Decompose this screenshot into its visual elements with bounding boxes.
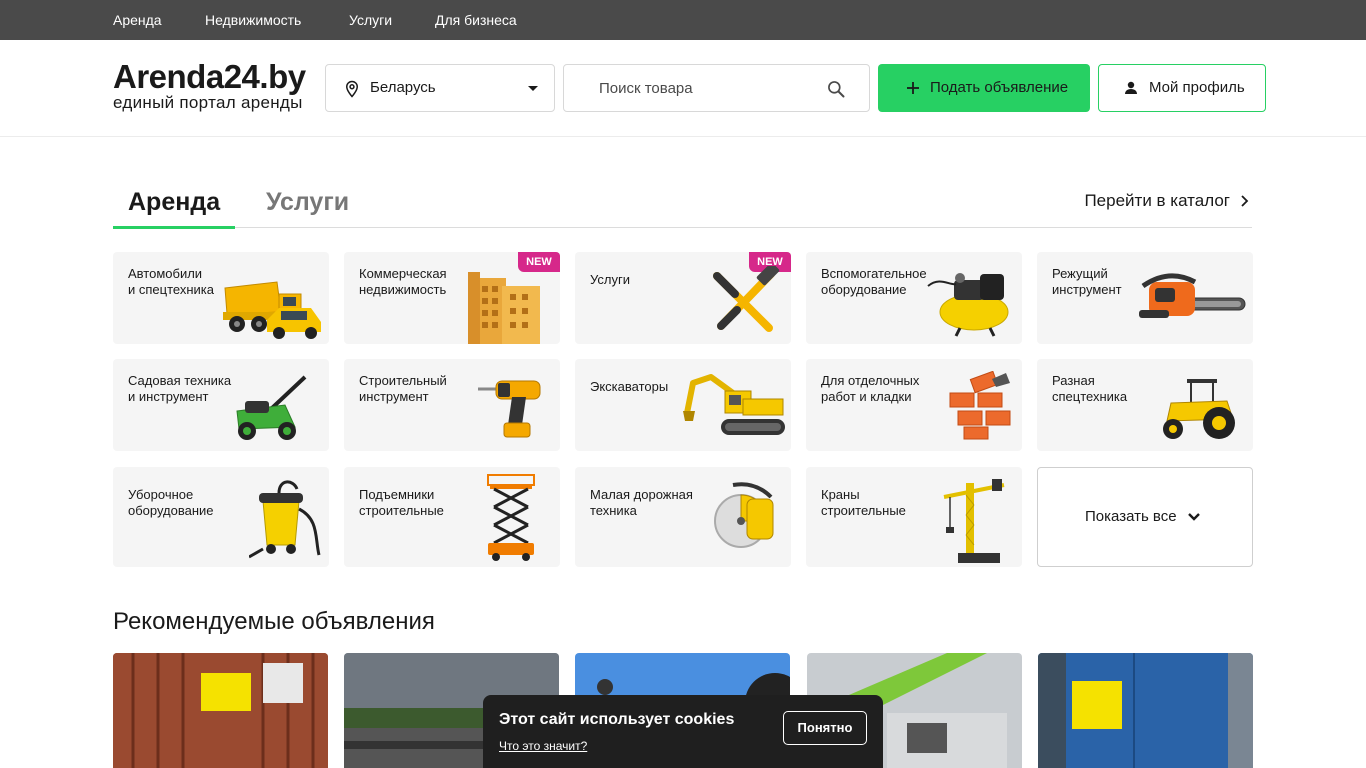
caret-down-icon — [528, 86, 538, 91]
profile-button[interactable]: Мой профиль — [1098, 64, 1266, 112]
site-header: Arenda24.by единый портал аренды Беларус… — [0, 40, 1366, 137]
topnav-item-business[interactable]: Для бизнеса — [435, 0, 517, 40]
bricks-icon — [949, 371, 1011, 440]
category-label: Краны строительные — [821, 487, 906, 518]
category-tile-finishing[interactable]: Для отделочных работ и кладки — [806, 359, 1022, 451]
ad-photo-container-blue — [1038, 653, 1253, 768]
search-box — [563, 64, 870, 112]
chainsaw-icon — [1139, 273, 1246, 318]
search-icon[interactable] — [826, 79, 846, 99]
tower-crane-icon — [943, 479, 1005, 563]
cookie-info-link[interactable]: Что это значит? — [499, 739, 587, 753]
category-label: Коммерческая недвижимость — [359, 266, 447, 297]
building-icon — [468, 272, 540, 344]
vacuum-cleaner-icon — [249, 480, 321, 559]
profile-label: Мой профиль — [1149, 79, 1245, 96]
lawn-mower-icon — [236, 375, 307, 440]
topnav-item-services[interactable]: Услуги — [349, 0, 392, 40]
ad-card-5[interactable] — [1038, 653, 1253, 768]
cookie-banner: Этот сайт использует cookies Что это зна… — [483, 695, 883, 768]
recommended-title: Рекомендуемые объявления — [113, 608, 435, 635]
category-tile-excavators[interactable]: Экскаваторы — [575, 359, 791, 451]
tab-rent[interactable]: Аренда — [113, 176, 236, 229]
excavator-icon — [683, 374, 785, 435]
category-label: Услуги — [590, 272, 630, 287]
category-label: Строительный инструмент — [359, 373, 447, 404]
category-tabs: Аренда Услуги Перейти в каталог — [113, 176, 1252, 229]
chevron-right-icon — [1241, 195, 1249, 207]
topnav-item-rent[interactable]: Аренда — [113, 0, 162, 40]
catalog-link-label: Перейти в каталог — [1084, 191, 1230, 210]
ad-photo-container — [113, 653, 328, 768]
logo[interactable]: Arenda24.by — [113, 58, 306, 96]
category-tile-cranes[interactable]: Краны строительные — [806, 467, 1022, 567]
ad-card-1[interactable] — [113, 653, 328, 768]
tractor-icon — [1163, 379, 1235, 439]
category-label: Вспомогательное оборудование — [821, 266, 927, 297]
location-pin-icon — [345, 80, 359, 98]
logo-subtitle: единый портал аренды — [113, 93, 303, 112]
category-tile-road-equipment[interactable]: Малая дорожная техника — [575, 467, 791, 567]
user-icon — [1125, 81, 1137, 94]
region-value: Беларусь — [370, 79, 436, 96]
cookie-title: Этот сайт использует cookies — [499, 711, 735, 728]
hammer-wrench-icon — [713, 266, 780, 332]
top-navigation: Аренда Недвижимость Услуги Для бизнеса — [0, 0, 1366, 40]
chevron-down-icon — [1188, 513, 1200, 521]
catalog-link[interactable]: Перейти в каталог — [1084, 176, 1252, 226]
category-label: Уборочное оборудование — [128, 487, 214, 518]
scissor-lift-icon — [487, 474, 535, 561]
search-input[interactable] — [565, 66, 815, 110]
topnav-item-realty[interactable]: Недвижимость — [205, 0, 301, 40]
category-tile-auxiliary[interactable]: Вспомогательное оборудование — [806, 252, 1022, 344]
compressor-icon — [927, 273, 1009, 337]
category-tile-lifts[interactable]: Подъемники строительные — [344, 467, 560, 567]
show-all-label: Показать все — [1085, 508, 1177, 525]
category-label: Малая дорожная техника — [590, 487, 693, 518]
category-label: Подъемники строительные — [359, 487, 444, 518]
category-tile-construction-tools[interactable]: Строительный инструмент — [344, 359, 560, 451]
concrete-saw-icon — [714, 482, 774, 548]
post-ad-label: Подать объявление — [930, 79, 1069, 96]
dump-truck-icon — [223, 281, 321, 339]
region-select[interactable]: Беларусь — [325, 64, 555, 112]
category-tile-vehicles[interactable]: Автомобили и спецтехника — [113, 252, 329, 344]
cookie-accept-button[interactable]: Понятно — [783, 711, 867, 745]
category-label: Разная спецтехника — [1052, 373, 1128, 404]
tab-services[interactable]: Услуги — [266, 176, 349, 228]
category-tile-cleaning[interactable]: Уборочное оборудование — [113, 467, 329, 567]
category-label: Для отделочных работ и кладки — [821, 373, 920, 404]
category-tile-commercial-realty[interactable]: Коммерческая недвижимость NEW — [344, 252, 560, 344]
category-tile-garden[interactable]: Садовая техника и инструмент — [113, 359, 329, 451]
post-ad-button[interactable]: Подать объявление — [878, 64, 1090, 112]
category-tile-cutting-tools[interactable]: Режущий инструмент — [1037, 252, 1253, 344]
drill-icon — [478, 380, 541, 438]
plus-icon — [907, 82, 919, 94]
category-label: Садовая техника и инструмент — [128, 373, 232, 404]
category-tile-services[interactable]: Услуги NEW — [575, 252, 791, 344]
category-tile-misc-machinery[interactable]: Разная спецтехника — [1037, 359, 1253, 451]
show-all-button[interactable]: Показать все — [1037, 467, 1253, 567]
